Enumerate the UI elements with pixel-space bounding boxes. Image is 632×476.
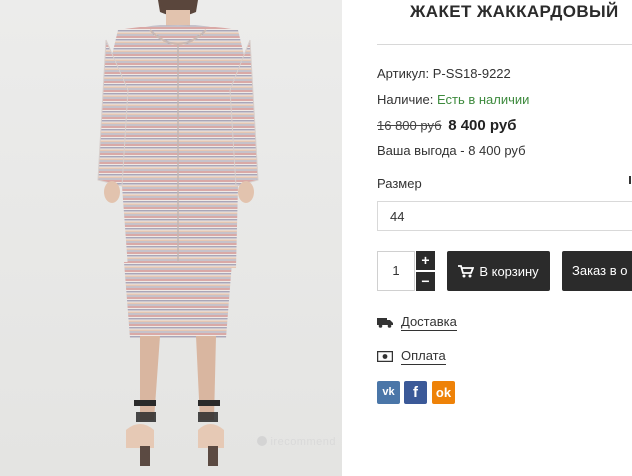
sku-row: Артикул: P-SS18-9222: [377, 66, 511, 81]
vk-share-icon[interactable]: vk: [377, 381, 400, 404]
new-price: 8 400 руб: [448, 117, 517, 134]
money-icon: [377, 351, 393, 362]
watermark-icon: [257, 436, 268, 446]
odnoklassniki-share-icon[interactable]: ok: [432, 381, 455, 404]
availability-label: Наличие:: [377, 92, 434, 107]
cart-icon: [458, 264, 475, 277]
profit-text: Ваша выгода - 8 400 руб: [377, 143, 526, 158]
payment-link-label: Оплата: [401, 348, 446, 365]
availability-value: Есть в наличии: [436, 92, 530, 107]
product-title: ЖАКЕТ ЖАККАРДОВЫЙ: [410, 2, 619, 21]
delivery-link[interactable]: Доставка: [377, 314, 457, 331]
payment-link[interactable]: Оплата: [377, 348, 446, 365]
quantity-minus-button[interactable]: −: [416, 272, 435, 291]
product-photo[interactable]: irecommend: [0, 0, 342, 476]
truck-icon: [377, 318, 393, 328]
facebook-share-icon[interactable]: f: [404, 381, 427, 404]
quick-order-button[interactable]: Заказ в о: [562, 251, 632, 291]
title-divider: [377, 44, 632, 45]
size-label: Размер: [377, 176, 422, 191]
delivery-link-label: Доставка: [401, 314, 457, 331]
price-row: 16 800 руб 8 400 руб: [377, 117, 516, 134]
sku-label: Артикул:: [377, 66, 430, 81]
add-to-cart-button[interactable]: В корзину: [447, 251, 550, 291]
watermark: irecommend: [257, 436, 336, 448]
add-to-cart-label: В корзину: [479, 263, 539, 279]
size-table-marker: [629, 176, 631, 184]
quantity-input[interactable]: 1: [377, 251, 415, 291]
size-select[interactable]: 44: [377, 201, 632, 231]
model-illustration: [97, 0, 259, 466]
availability-row: Наличие: Есть в наличии: [377, 92, 529, 107]
quantity-plus-button[interactable]: +: [416, 251, 435, 270]
sku-value: P-SS18-9222: [432, 66, 511, 81]
old-price: 16 800 руб: [377, 118, 442, 133]
